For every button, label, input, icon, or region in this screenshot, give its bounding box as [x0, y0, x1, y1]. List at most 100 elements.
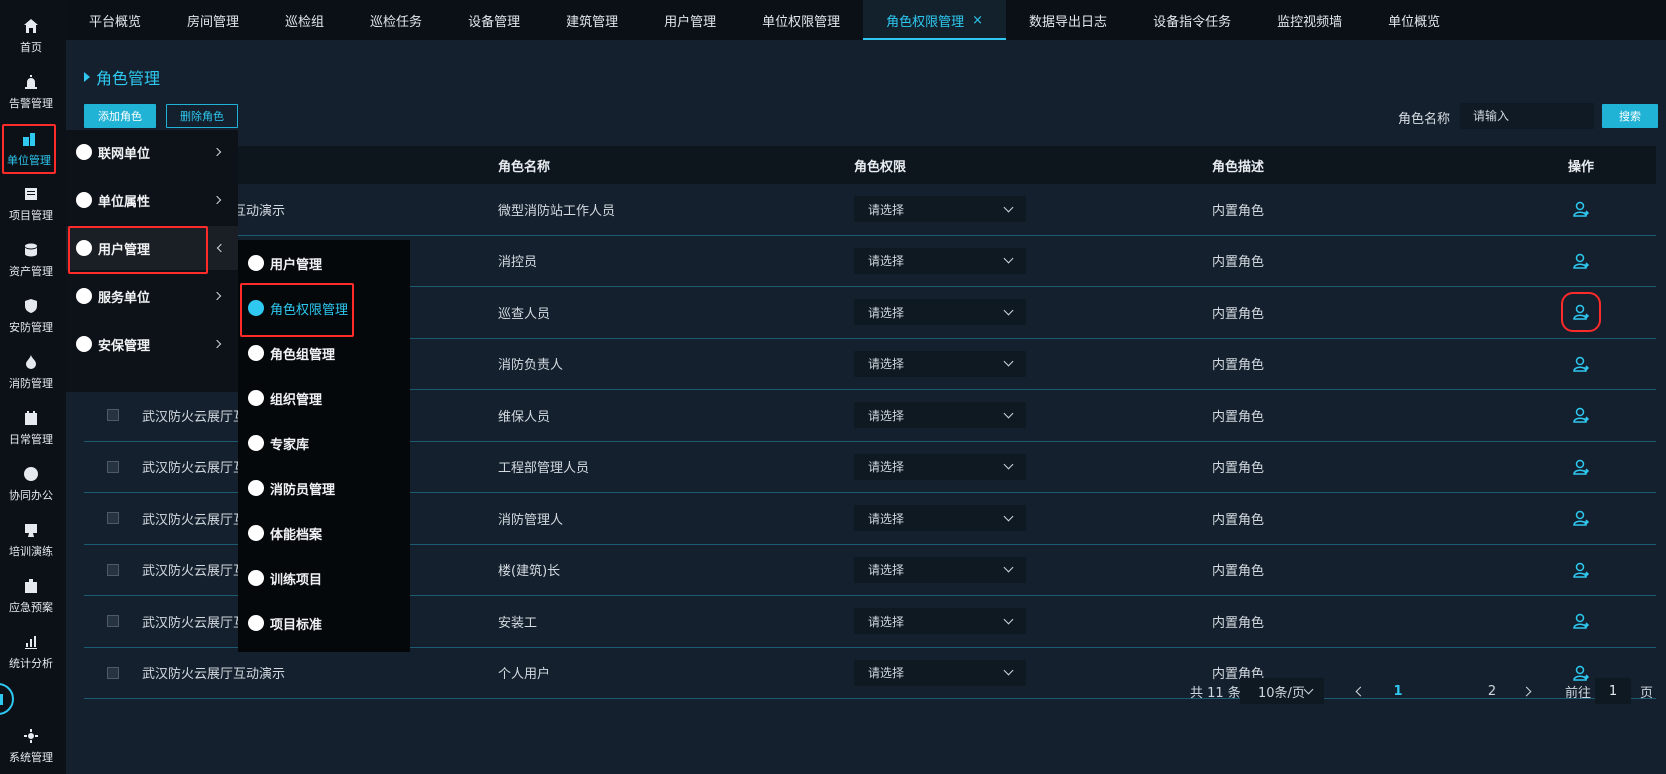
page-1-button[interactable]: 1: [1388, 678, 1408, 704]
chevron-down-icon: [1003, 202, 1014, 213]
nav-item-daily[interactable]: 日常管理: [0, 402, 62, 454]
submenu-item-role-group[interactable]: 角色组管理: [238, 333, 410, 373]
row-checkbox[interactable]: [107, 563, 119, 576]
row-role-name: 楼(建筑)长: [498, 564, 561, 580]
tab-patrol-group[interactable]: 巡检组: [262, 0, 347, 40]
role-permission-select[interactable]: 请选择: [854, 402, 1026, 429]
nav-item-alarm[interactable]: 告警管理: [0, 66, 62, 118]
row-checkbox[interactable]: [107, 460, 119, 473]
submenu-item-training-project[interactable]: 训练项目: [238, 558, 410, 598]
nav-item-unit[interactable]: 单位管理: [2, 124, 56, 174]
role-permission-select[interactable]: 请选择: [854, 556, 1026, 583]
submenu-item-expert-library[interactable]: 专家库: [238, 423, 410, 463]
chart-icon: [25, 635, 37, 649]
nav-item-system[interactable]: 系统管理: [0, 720, 62, 772]
row-role-name: 消防管理人: [498, 512, 564, 528]
row-checkbox[interactable]: [107, 615, 119, 628]
menu-item-label: 服务单位: [98, 290, 151, 306]
tab-room-management[interactable]: 房间管理: [164, 0, 262, 40]
tab-label: 房间管理: [187, 14, 240, 30]
nav-label: 安防管理: [9, 320, 53, 334]
tab-role-permission[interactable]: 角色权限管理 ×: [863, 0, 1007, 40]
chevron-right-icon: [1521, 686, 1531, 696]
nav-item-security[interactable]: 安防管理: [0, 290, 62, 342]
role-permission-select[interactable]: 请选择: [854, 505, 1026, 532]
assign-user-icon[interactable]: [1572, 355, 1590, 373]
submenu-item-role-permission[interactable]: 角色权限管理: [238, 283, 410, 337]
menu-item-security-management[interactable]: 安保管理: [66, 322, 238, 366]
tab-user-management[interactable]: 用户管理: [641, 0, 739, 40]
add-role-button[interactable]: 添加角色: [84, 104, 156, 128]
row-operation-cell: [1568, 561, 1656, 579]
submenu-item-organization[interactable]: 组织管理: [238, 378, 410, 418]
alarm-icon: [25, 74, 37, 89]
assign-user-icon[interactable]: [1572, 509, 1590, 527]
submenu-item-fitness-record[interactable]: 体能档案: [238, 513, 410, 553]
nav-item-collab[interactable]: 协同办公: [0, 458, 62, 510]
nav-item-project[interactable]: 项目管理: [0, 178, 62, 230]
nav-item-emergency[interactable]: 应急预案: [0, 570, 62, 622]
role-permission-select[interactable]: 请选择: [854, 608, 1026, 635]
row-checkbox-cell: [84, 615, 142, 628]
close-tab-icon[interactable]: ×: [972, 13, 983, 28]
assign-user-icon[interactable]: [1572, 561, 1590, 579]
prev-page-button[interactable]: [1350, 678, 1370, 704]
chevron-down-icon: [1003, 614, 1014, 625]
tab-video-wall[interactable]: 监控视频墙: [1254, 0, 1365, 40]
goto-page-input[interactable]: [1595, 678, 1631, 704]
tab-unit-overview[interactable]: 单位概览: [1365, 0, 1463, 40]
nav-item-training[interactable]: 培训演练: [0, 514, 62, 566]
search-button[interactable]: 搜索: [1602, 104, 1658, 128]
role-permission-select[interactable]: 请选择: [854, 453, 1026, 480]
system-icon: [24, 728, 38, 743]
chevron-right-icon: [212, 195, 222, 205]
assign-user-icon[interactable]: [1572, 612, 1590, 630]
assign-user-icon[interactable]: [1572, 252, 1590, 270]
role-permission-select[interactable]: 请选择: [854, 247, 1026, 274]
menu-item-service-unit[interactable]: 服务单位: [66, 274, 238, 318]
tab-device-management[interactable]: 设备管理: [445, 0, 543, 40]
role-permission-select[interactable]: 请选择: [854, 299, 1026, 326]
row-checkbox[interactable]: [107, 666, 119, 679]
tab-patrol-task[interactable]: 巡检任务: [347, 0, 445, 40]
nav-item-fire[interactable]: 消防管理: [0, 346, 62, 398]
row-checkbox-cell: [84, 666, 142, 679]
next-page-button[interactable]: [1516, 678, 1536, 704]
tab-building-management[interactable]: 建筑管理: [543, 0, 641, 40]
assign-user-icon[interactable]: [1561, 292, 1601, 333]
page-2-button[interactable]: 2: [1482, 678, 1502, 704]
role-name-search-input[interactable]: [1460, 103, 1594, 129]
submenu-item-label: 项目标准: [270, 617, 323, 633]
assign-user-icon[interactable]: [1572, 406, 1590, 424]
table-row: 武汉防火云展厅互动演示微型消防站工作人员请选择内置角色: [84, 184, 1656, 236]
tab-data-export-log[interactable]: 数据导出日志: [1006, 0, 1130, 40]
nav-item-stats[interactable]: 统计分析: [0, 626, 62, 678]
nav-item-home[interactable]: 首页: [0, 10, 62, 62]
page-size-select[interactable]: 10条/页: [1240, 678, 1324, 704]
assign-user-icon[interactable]: [1572, 458, 1590, 476]
role-permission-select[interactable]: 请选择: [854, 350, 1026, 377]
role-permission-select[interactable]: 请选择: [854, 196, 1026, 223]
tab-device-command-task[interactable]: 设备指令任务: [1130, 0, 1254, 40]
menu-item-unit-attribute[interactable]: 单位属性: [66, 178, 238, 222]
page-title-text: 角色管理: [96, 69, 161, 88]
row-role-name: 维保人员: [498, 409, 551, 425]
menu-item-networked-unit[interactable]: 联网单位: [66, 130, 238, 174]
tab-platform-overview[interactable]: 平台概览: [66, 0, 164, 40]
submenu-item-firefighter[interactable]: 消防员管理: [238, 468, 410, 508]
delete-role-button[interactable]: 删除角色: [166, 104, 238, 128]
nav-item-asset[interactable]: 资产管理: [0, 234, 62, 286]
submenu-item-user-management[interactable]: 用户管理: [238, 243, 410, 283]
submenu-item-label: 体能档案: [270, 527, 323, 543]
tab-label: 平台概览: [89, 14, 142, 30]
select-placeholder: 请选择: [868, 254, 905, 269]
row-checkbox[interactable]: [107, 512, 119, 525]
assign-user-icon[interactable]: [1572, 200, 1590, 218]
submenu-item-project-standard[interactable]: 项目标准: [238, 603, 410, 643]
menu-item-user-management[interactable]: 用户管理: [66, 226, 238, 274]
chevron-right-icon: [212, 291, 222, 301]
submenu-item-label: 专家库: [270, 437, 310, 453]
row-checkbox[interactable]: [107, 409, 119, 422]
left-nav: 首页 告警管理 单位管理 项目管理 资产管理 安防管理 消防管理 日常管理 协同…: [0, 0, 66, 774]
tab-unit-permission[interactable]: 单位权限管理: [739, 0, 863, 40]
